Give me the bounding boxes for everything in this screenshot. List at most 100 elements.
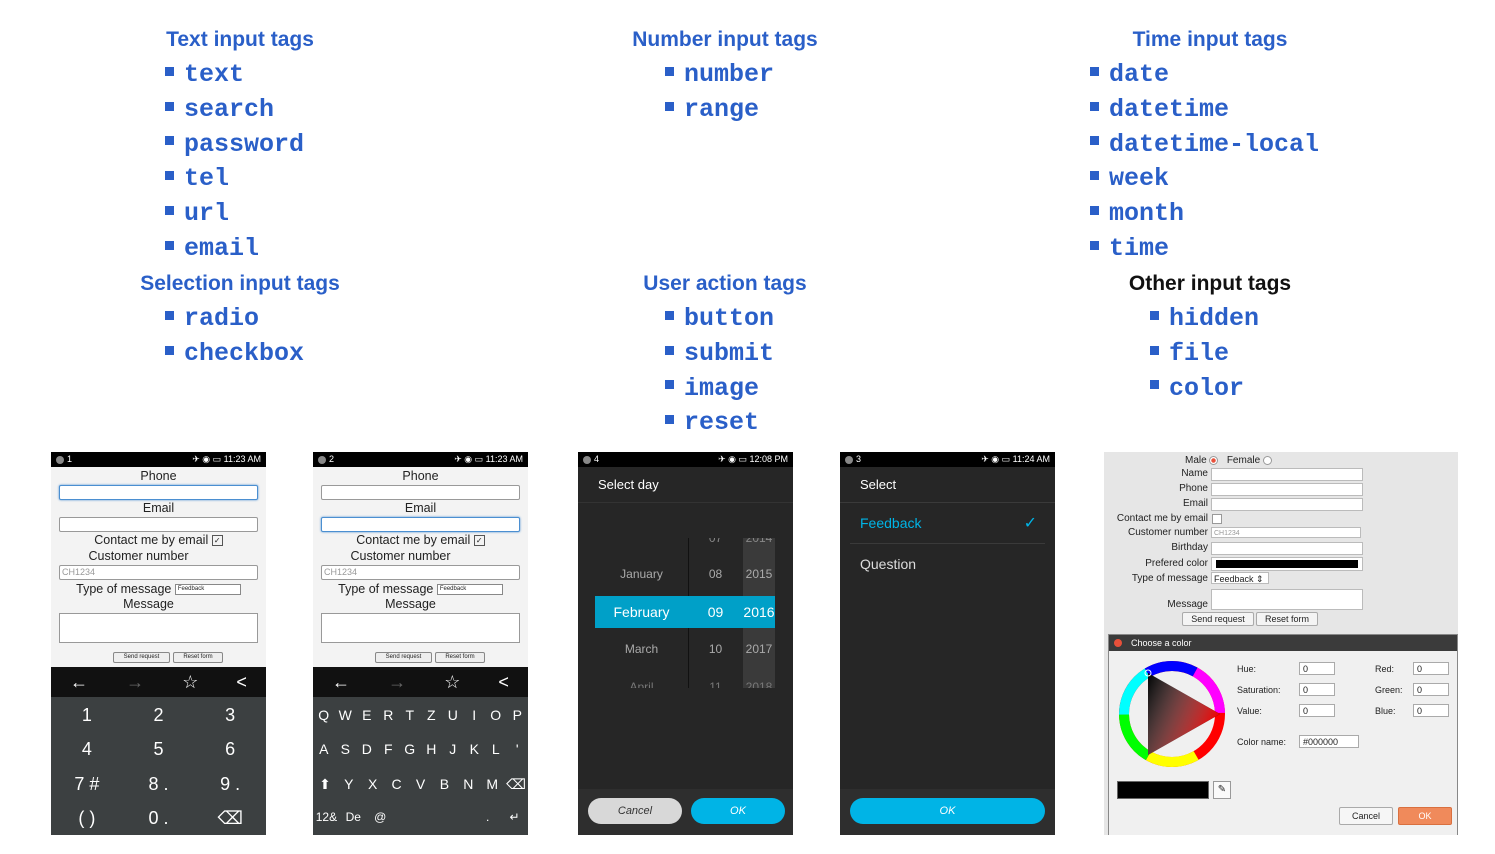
key[interactable]: 3: [194, 705, 266, 726]
key[interactable]: O: [485, 707, 507, 723]
contact-checkbox[interactable]: [1212, 514, 1222, 524]
key[interactable]: 7 #: [51, 774, 123, 795]
send-request-button[interactable]: Send request: [113, 652, 170, 663]
hue-spinner[interactable]: 0: [1299, 662, 1335, 675]
reset-form-button[interactable]: Reset form: [1256, 612, 1318, 626]
key[interactable]: Q: [313, 707, 335, 723]
key[interactable]: I: [464, 707, 486, 723]
key[interactable]: G: [399, 741, 421, 757]
eyedropper-icon[interactable]: ✎: [1213, 781, 1231, 799]
language-key[interactable]: De: [340, 810, 367, 824]
key[interactable]: ⌫: [194, 808, 266, 829]
key[interactable]: P: [507, 707, 529, 723]
close-icon[interactable]: [1114, 639, 1122, 647]
key[interactable]: T: [399, 707, 421, 723]
key[interactable]: 6: [194, 739, 266, 760]
key[interactable]: V: [409, 776, 433, 793]
key[interactable]: F: [378, 741, 400, 757]
back-icon[interactable]: ←: [332, 672, 350, 693]
message-textarea[interactable]: [1211, 589, 1363, 610]
key[interactable]: L: [485, 741, 507, 757]
enter-key[interactable]: ↵: [501, 810, 528, 824]
key[interactable]: H: [421, 741, 443, 757]
birthday-field[interactable]: [1211, 542, 1363, 555]
key[interactable]: N: [456, 776, 480, 793]
key[interactable]: E: [356, 707, 378, 723]
share-icon[interactable]: <: [236, 672, 247, 693]
option-question[interactable]: Question: [850, 544, 1045, 584]
message-textarea[interactable]: [321, 613, 520, 643]
ok-button[interactable]: OK: [691, 798, 785, 824]
option-feedback[interactable]: Feedback ✓: [850, 503, 1045, 544]
green-spinner[interactable]: 0: [1413, 683, 1449, 696]
reset-form-button[interactable]: Reset form: [435, 652, 485, 663]
phone-field[interactable]: [59, 485, 258, 500]
back-icon[interactable]: ←: [70, 672, 88, 693]
customer-number-field[interactable]: CH1234: [1211, 527, 1361, 538]
key[interactable]: M: [480, 776, 504, 793]
color-wheel[interactable]: [1117, 659, 1227, 769]
key[interactable]: 1: [51, 705, 123, 726]
key[interactable]: 8 .: [123, 774, 195, 795]
symbols-key[interactable]: 12&: [313, 810, 340, 824]
saturation-spinner[interactable]: 0: [1299, 683, 1335, 696]
key[interactable]: A: [313, 741, 335, 757]
shift-key[interactable]: ⬆: [313, 776, 337, 793]
customer-number-field[interactable]: CH1234: [59, 565, 258, 580]
color-name-field[interactable]: #000000: [1299, 735, 1359, 748]
value-spinner[interactable]: 0: [1299, 704, 1335, 717]
ok-button[interactable]: OK: [850, 798, 1045, 824]
backspace-key[interactable]: ⌫: [504, 776, 528, 793]
key[interactable]: S: [335, 741, 357, 757]
message-textarea[interactable]: [59, 613, 258, 643]
period-key[interactable]: .: [474, 810, 501, 824]
key[interactable]: C: [385, 776, 409, 793]
type-select[interactable]: Feedback ⇕: [1211, 572, 1269, 584]
send-request-button[interactable]: Send request: [375, 652, 432, 663]
contact-checkbox[interactable]: ✓: [473, 535, 485, 547]
type-select[interactable]: Feedback: [436, 584, 503, 596]
key[interactable]: J: [442, 741, 464, 757]
key[interactable]: Y: [337, 776, 361, 793]
reset-form-button[interactable]: Reset form: [173, 652, 223, 663]
key[interactable]: R: [378, 707, 400, 723]
key[interactable]: W: [335, 707, 357, 723]
date-spinner[interactable]: 07 2014 January 08 2015 February 09 2016 Marc…: [595, 538, 775, 688]
email-field[interactable]: [321, 517, 520, 532]
space-key[interactable]: [394, 810, 475, 824]
key[interactable]: ( ): [51, 808, 123, 829]
star-icon[interactable]: ☆: [444, 672, 460, 693]
email-field[interactable]: [1211, 498, 1363, 511]
phone-field[interactable]: [321, 485, 520, 500]
key[interactable]: 2: [123, 705, 195, 726]
key[interactable]: B: [432, 776, 456, 793]
blue-spinner[interactable]: 0: [1413, 704, 1449, 717]
send-request-button[interactable]: Send request: [1182, 612, 1254, 626]
contact-checkbox[interactable]: ✓: [211, 535, 223, 547]
star-icon[interactable]: ☆: [182, 672, 198, 693]
key[interactable]: X: [361, 776, 385, 793]
key[interactable]: 4: [51, 739, 123, 760]
female-radio[interactable]: [1262, 455, 1272, 465]
at-key[interactable]: @: [367, 810, 394, 824]
red-spinner[interactable]: 0: [1413, 662, 1449, 675]
male-radio[interactable]: [1209, 455, 1219, 465]
type-select[interactable]: Feedback: [174, 584, 241, 596]
share-icon[interactable]: <: [498, 672, 509, 693]
selected-date-row[interactable]: February 09 2016: [595, 596, 775, 628]
key[interactable]: U: [442, 707, 464, 723]
phone-field[interactable]: [1211, 483, 1363, 496]
email-field[interactable]: [59, 517, 258, 532]
key[interactable]: ': [507, 741, 529, 757]
forward-icon[interactable]: →: [388, 672, 406, 693]
customer-number-field[interactable]: CH1234: [321, 565, 520, 580]
key[interactable]: 0 .: [123, 808, 195, 829]
key[interactable]: 5: [123, 739, 195, 760]
ok-button[interactable]: OK: [1398, 807, 1452, 825]
cancel-button[interactable]: Cancel: [588, 798, 682, 824]
forward-icon[interactable]: →: [126, 672, 144, 693]
key[interactable]: D: [356, 741, 378, 757]
key[interactable]: 9 .: [194, 774, 266, 795]
name-field[interactable]: [1211, 468, 1363, 481]
color-field[interactable]: [1211, 557, 1363, 571]
